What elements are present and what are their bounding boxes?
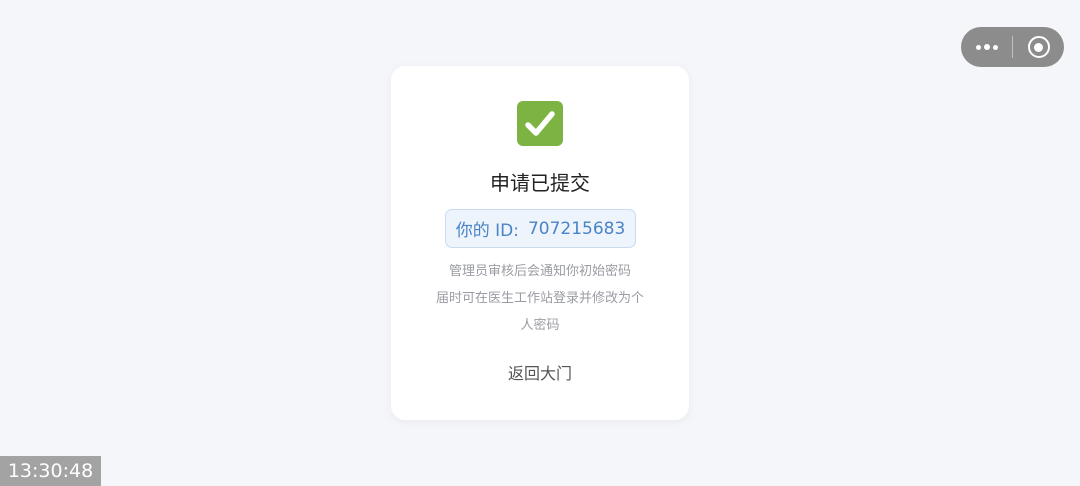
page: 申请已提交 你的 ID: 707215683 管理员审核后会通知你初始密码 届时…: [0, 0, 1080, 486]
submission-result-card: 申请已提交 你的 ID: 707215683 管理员审核后会通知你初始密码 届时…: [391, 66, 689, 420]
more-dots-icon: [975, 44, 998, 50]
back-to-lobby-link[interactable]: 返回大门: [391, 362, 689, 386]
description-line: 管理员审核后会通知你初始密码: [448, 264, 631, 279]
description-line: 届时可在医生工作站登录并修改为个: [435, 291, 644, 306]
more-button[interactable]: [961, 27, 1012, 67]
id-label: 你的 ID:: [455, 221, 519, 241]
target-close-icon: [1027, 36, 1050, 58]
mini-program-capsule: [961, 27, 1064, 67]
check-box-icon: [517, 101, 563, 146]
close-program-button[interactable]: [1013, 27, 1064, 67]
user-id-badge: 你的 ID: 707215683: [445, 209, 636, 248]
result-description: 管理员审核后会通知你初始密码 届时可在医生工作站登录并修改为个 人密码: [391, 258, 689, 339]
result-title: 申请已提交: [490, 171, 590, 195]
description-line: 人密码: [520, 318, 560, 333]
id-value: 707215683: [527, 218, 626, 239]
timestamp-overlay: 13:30:48: [0, 456, 101, 486]
